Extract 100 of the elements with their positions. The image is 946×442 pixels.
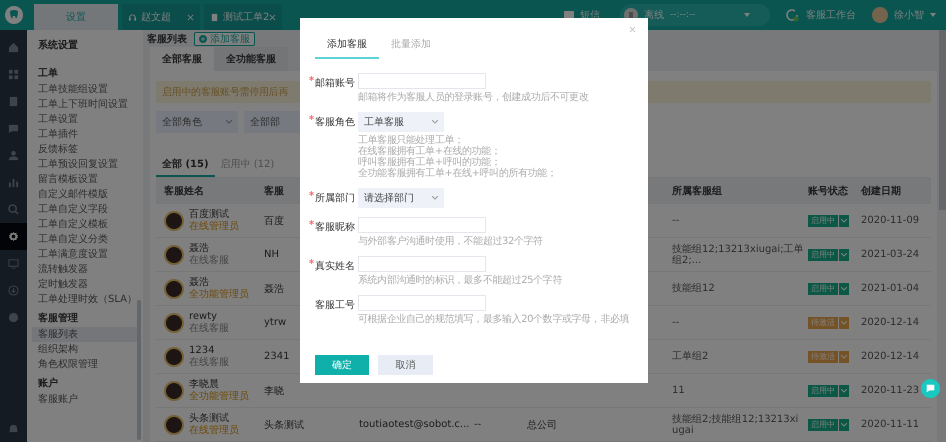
close-icon[interactable] (269, 14, 276, 20)
table-cell: NH (264, 249, 279, 260)
table-cell: 百度 (264, 216, 284, 226)
table-cell-text: 2020-11-09 (861, 215, 920, 226)
cancel-button[interactable]: 取消 (378, 355, 433, 375)
help-chat-icon[interactable] (921, 379, 940, 398)
agent-name: 百度测试 (189, 208, 230, 220)
caret-icon (839, 384, 849, 396)
table-cell-text: 2020-12-14 (861, 317, 920, 328)
caret-icon (839, 418, 849, 430)
document-icon (210, 12, 219, 22)
caret-icon (839, 316, 849, 328)
add-agent-button[interactable]: 添加客服 (194, 32, 255, 46)
select-field[interactable]: 请选择部门 (358, 188, 444, 208)
required-mark-icon (309, 115, 314, 120)
presence-selector[interactable]: 离线 --:--:-- (620, 4, 770, 26)
agent-name: 聂浩 (189, 242, 210, 254)
sidebar-item[interactable]: 工单技能组设置 (27, 82, 137, 97)
sidebar-group-title: 账户 (37, 376, 59, 391)
sidebar-item[interactable]: 流转触发器 (27, 262, 137, 277)
sidebar-item[interactable]: 工单自定义字段 (27, 202, 137, 217)
column-header: 客服 (264, 186, 284, 197)
sidebar-item[interactable]: 工单上下班时间设置 (27, 97, 137, 112)
user-avatar[interactable] (872, 7, 888, 23)
user-name[interactable]: 徐小智 (894, 8, 924, 22)
close-icon[interactable] (629, 26, 636, 33)
sidebar-item[interactable]: 定时触发器 (27, 277, 137, 292)
field-hint: 在线客服拥有工单+在线的功能； (358, 146, 502, 157)
category-tab[interactable]: 全部客服 (150, 47, 214, 71)
caret-icon (839, 282, 849, 294)
top-tab[interactable]: 赵文超 (122, 4, 200, 30)
input-field[interactable] (358, 73, 486, 89)
required-mark-icon (309, 220, 314, 225)
dialog-tab[interactable]: 添加客服 (315, 33, 379, 59)
agent-name: rewty (189, 310, 218, 322)
field-hint: 呼叫客服拥有工单+呼叫的功能； (358, 157, 502, 168)
dialog-tab[interactable]: 批量添加 (379, 33, 443, 59)
table-cell: 工单组2 (672, 351, 708, 362)
sidebar-item[interactable]: 工单设置 (27, 112, 137, 127)
select-field[interactable]: 工单客服 (358, 112, 444, 132)
refresh-icon[interactable] (784, 7, 800, 23)
sidebar-item[interactable]: 工单处理时效（SLA） (27, 292, 137, 307)
confirm-button[interactable]: 确定 (315, 355, 369, 375)
sidebar-item[interactable]: 工单自定义分类 (27, 232, 137, 247)
avatar (164, 278, 184, 298)
bell-icon[interactable] (8, 423, 19, 434)
table-cell: ytrw (264, 317, 286, 328)
caret-icon[interactable] (930, 13, 936, 17)
table-cell: 总公司 (527, 420, 557, 430)
input-field[interactable] (358, 256, 486, 272)
table-cell: 技能组2;技能组12;13213xiugai (672, 414, 798, 436)
table-cell-text: 2021-03-24 (861, 249, 920, 260)
avatar (164, 346, 184, 366)
input-field[interactable] (358, 295, 486, 311)
gear-icon[interactable] (0, 223, 27, 250)
agent-role: 全功能管理员 (189, 390, 249, 402)
field-hint: 可根据企业自己的规范填写，最多输入20个数字或字母，非必填 (358, 314, 630, 325)
table-cell: 李晓 (264, 386, 284, 396)
sidebar-item[interactable]: 工单预设回复设置 (27, 157, 137, 172)
input-field[interactable] (358, 217, 486, 233)
field-label: 客服昵称 (315, 220, 355, 234)
required-mark-icon (309, 76, 314, 81)
column-header: 客服姓名 (163, 184, 205, 198)
sidebar-item[interactable]: 工单自定义模板 (27, 217, 137, 232)
avatar (164, 380, 184, 400)
field-hint: 工单客服只能处理工单； (358, 135, 465, 146)
tooth-logo-icon (4, 5, 24, 25)
sidebar-item[interactable]: 自定义邮件模版 (27, 187, 137, 202)
sidebar-item[interactable]: 工单满意度设置 (27, 247, 137, 262)
workbench-link[interactable]: 客服工作台 (806, 8, 856, 22)
sidebar-group-title: 工单 (37, 66, 59, 81)
scrollbar-thumb[interactable] (939, 30, 946, 210)
top-tab[interactable]: 设置 (34, 4, 118, 30)
top-tab[interactable]: 测试工单2 (204, 4, 282, 30)
field-hint: 与外部客户沟通时使用，不能超过32个字符 (358, 236, 544, 247)
caret-icon (226, 120, 232, 124)
table-cell: 11 (672, 385, 685, 396)
category-tab[interactable]: 全功能客服 (214, 47, 288, 71)
close-icon[interactable] (187, 14, 194, 20)
sidebar-item[interactable]: 组织架构 (27, 342, 137, 357)
table-cell: 技能组12;13213xiugai;工单组2;... (672, 244, 804, 266)
caret-icon (432, 120, 438, 124)
filter-select[interactable]: 全部角色 (156, 111, 238, 133)
sidebar-item[interactable]: 反馈标签 (27, 142, 137, 157)
agent-role: 在线客服 (189, 254, 229, 266)
table-cell: toutiaotest@sobot.c... (359, 419, 470, 430)
field-label: 邮箱账号 (315, 76, 355, 90)
avatar (164, 414, 184, 434)
table-cell-text: 2020-12-14 (861, 351, 920, 362)
caret-icon (839, 248, 849, 260)
sidebar-title: 系统设置 (37, 38, 79, 52)
table-cell: -- (672, 317, 680, 328)
caret-icon (839, 350, 849, 362)
sidebar-item[interactable]: 工单插件 (27, 127, 137, 142)
caret-icon (432, 196, 438, 200)
sidebar-item[interactable]: 留言模板设置 (27, 172, 137, 187)
sidebar-item[interactable]: 客服列表 (32, 327, 137, 342)
sidebar-item[interactable]: 客服账户 (27, 392, 137, 407)
field-label: 所属部门 (315, 192, 355, 205)
sidebar-item[interactable]: 角色权限管理 (27, 357, 137, 372)
